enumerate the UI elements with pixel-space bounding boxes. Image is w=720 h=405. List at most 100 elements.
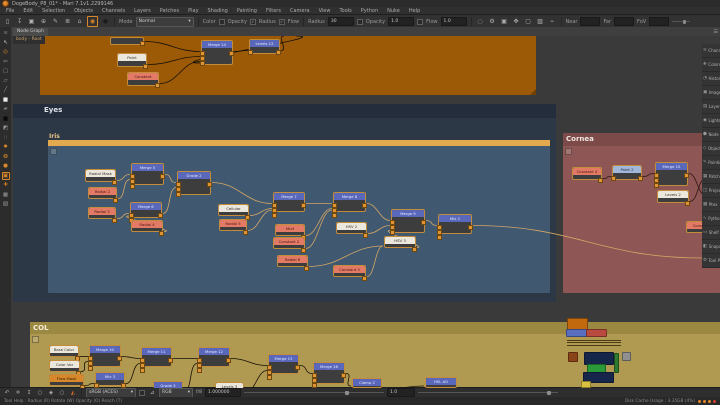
flow-field[interactable]: 1.0 <box>441 17 467 26</box>
marquee-select-tool[interactable]: ▢ <box>2 67 10 75</box>
foreground-swatch[interactable]: ■ <box>2 96 10 104</box>
node-paint-2[interactable]: Paint 2 <box>612 165 642 180</box>
node-merge-9[interactable]: Merge 9 <box>391 209 425 233</box>
palette-shelf[interactable]: ▭Shelf <box>702 226 720 240</box>
palette-snapshots[interactable]: ◧Snapshots <box>702 240 720 254</box>
output-port[interactable] <box>341 373 346 378</box>
circle2-icon[interactable]: ○ <box>58 390 66 396</box>
output-port[interactable] <box>362 203 367 208</box>
tab-node-graph[interactable]: Node Graph <box>13 28 48 36</box>
paint-target-icon[interactable]: ◉ <box>87 16 98 27</box>
output-port[interactable] <box>207 182 212 187</box>
menu-file[interactable]: File <box>6 8 14 14</box>
mode-dropdown[interactable]: Normal▾ <box>136 17 194 27</box>
move-icon[interactable]: ✥ <box>512 17 521 26</box>
link-icon[interactable]: ⌁ <box>548 17 557 26</box>
diamond-icon[interactable]: ◈ <box>47 390 55 396</box>
menu-layers[interactable]: Layers <box>134 8 151 14</box>
output-port[interactable] <box>304 266 309 271</box>
palette-python[interactable]: ∿Python <box>702 212 720 226</box>
checkbox-opacity[interactable] <box>219 19 225 25</box>
input-port[interactable] <box>267 375 272 380</box>
node-merge-15[interactable]: Merge 15 <box>655 162 688 186</box>
output-port[interactable] <box>598 178 603 183</box>
node-merge-13[interactable]: Merge 13 <box>268 354 299 374</box>
line-tool[interactable]: ╱ <box>2 86 10 94</box>
input-port[interactable] <box>272 213 277 218</box>
far-field[interactable] <box>614 17 634 26</box>
backdrop-iris[interactable]: Iris <box>48 140 550 293</box>
backdrop-col-titlebar[interactable] <box>30 322 720 334</box>
transform-tool[interactable]: ▧ <box>2 200 10 208</box>
output-port[interactable] <box>243 230 248 235</box>
output-port[interactable] <box>638 176 643 181</box>
node-merge-6[interactable]: Merge 6 <box>130 202 162 218</box>
output-port[interactable] <box>143 64 148 69</box>
palette-layers[interactable]: ▤Layers <box>702 100 720 114</box>
node-hsv-2[interactable]: HSV 2 <box>336 222 367 234</box>
node-levels-12[interactable]: Levels 12 <box>249 39 280 54</box>
output-port[interactable] <box>301 248 306 253</box>
backdrop-eyes-titlebar[interactable] <box>13 104 556 118</box>
input-port[interactable] <box>88 366 93 371</box>
output-port[interactable] <box>685 201 690 206</box>
undo-icon[interactable]: ↶ <box>3 390 11 396</box>
node-constant[interactable]: Constant <box>127 72 159 86</box>
clone-stamp-tool[interactable]: ● <box>2 162 10 170</box>
input-port[interactable] <box>437 235 442 240</box>
save-icon[interactable]: ▣ <box>27 17 36 26</box>
menu-painting[interactable]: Painting <box>237 8 257 14</box>
menu-filters[interactable]: Filters <box>266 8 281 14</box>
object-icon[interactable]: ▢ <box>524 17 533 26</box>
output-port[interactable] <box>159 231 164 236</box>
slice-tool[interactable]: ▱ <box>2 77 10 85</box>
smudge-tool[interactable]: ❂ <box>2 153 10 161</box>
menu-selection[interactable]: Selection <box>42 8 65 14</box>
checkbox-flow[interactable]: ✓ <box>279 19 285 25</box>
node-graph-canvas[interactable]: body - Root ≡Channels❋Colors◔History▣Ima… <box>11 36 720 388</box>
palette-history[interactable]: ◔History <box>702 72 720 86</box>
output-port[interactable] <box>412 247 417 252</box>
node-constant-3[interactable]: Constant 3 <box>333 265 366 277</box>
menu-python[interactable]: Python <box>361 8 378 14</box>
output-port[interactable] <box>468 225 473 230</box>
checkbox-radius[interactable]: ✓ <box>250 19 256 25</box>
output-port[interactable] <box>276 50 281 55</box>
node-radial-5[interactable]: Radial 5 <box>219 219 247 231</box>
blur-tool[interactable]: ✹ <box>2 143 10 151</box>
palette-projectors[interactable]: ◫Projectors <box>702 184 720 198</box>
palette-tool-properties[interactable]: ⚙Tool Properties <box>702 254 720 268</box>
menu-patches[interactable]: Patches <box>160 8 179 14</box>
settings-icon[interactable]: ⚙ <box>488 17 497 26</box>
node-radial-6[interactable]: Radial 6 <box>277 255 308 267</box>
menu-channels[interactable]: Channels <box>102 8 125 14</box>
output-port[interactable] <box>112 218 117 223</box>
node-merge-12[interactable]: Merge 12 <box>198 347 230 367</box>
output-port[interactable] <box>160 174 165 179</box>
output-port[interactable] <box>684 173 689 178</box>
gamma-slider[interactable] <box>418 392 558 393</box>
input-port[interactable] <box>654 183 659 188</box>
tool-options-icon[interactable]: ≡ <box>2 29 10 37</box>
gamma-field[interactable]: 1.0 <box>387 388 415 397</box>
toolbar-slider[interactable] <box>672 21 690 22</box>
backdrop-col-collapse-box[interactable] <box>32 336 39 343</box>
gain-slider[interactable] <box>244 392 384 393</box>
input-port[interactable] <box>332 213 337 218</box>
node-merge-11[interactable]: Merge 11 <box>141 347 172 367</box>
output-port[interactable] <box>301 203 306 208</box>
node-merge-10[interactable]: Merge 10 <box>89 345 121 367</box>
select-tool[interactable]: ↖ <box>2 39 10 47</box>
radius-field[interactable]: 30 <box>328 17 354 26</box>
menu-edit[interactable]: Edit <box>23 8 33 14</box>
gradient-tool[interactable]: ◩ <box>2 124 10 132</box>
output-port[interactable] <box>140 41 145 46</box>
channel-dropdown[interactable]: RGB▾ <box>159 388 193 398</box>
output-port[interactable] <box>113 198 118 203</box>
node-grade-3[interactable]: Grade 3 <box>153 381 183 388</box>
output-port[interactable] <box>421 220 426 225</box>
node-constant-2[interactable]: Constant 2 <box>273 237 305 249</box>
input-port[interactable] <box>140 368 145 373</box>
palette-objects[interactable]: ◇Objects <box>702 142 720 156</box>
output-port[interactable] <box>155 83 160 88</box>
